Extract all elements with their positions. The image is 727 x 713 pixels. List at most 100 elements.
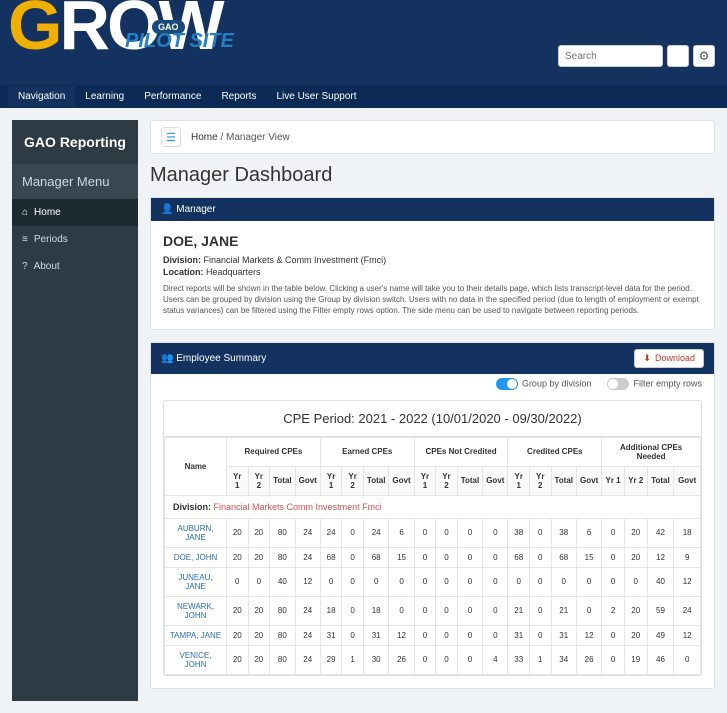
cell: 46: [647, 645, 674, 674]
col-group[interactable]: CPEs Not Credited: [414, 437, 508, 466]
col-sub[interactable]: Yr 2: [248, 466, 270, 495]
cell: 0: [602, 625, 625, 645]
employee-link[interactable]: TAMPA, JANE: [165, 625, 227, 645]
col-sub[interactable]: Yr 2: [624, 466, 647, 495]
cell: 0: [529, 625, 551, 645]
col-sub[interactable]: Total: [363, 466, 389, 495]
nav-navigation[interactable]: Navigation: [8, 86, 75, 107]
cell: 18: [320, 596, 342, 625]
employee-link[interactable]: DOE, JOHN: [165, 547, 227, 567]
sidebar-item-home[interactable]: ⌂ Home: [12, 199, 138, 226]
cell: 20: [624, 596, 647, 625]
cell: 0: [436, 547, 458, 567]
navbar: Navigation Learning Performance Reports …: [0, 85, 727, 108]
cell: 40: [270, 567, 296, 596]
cell: 19: [624, 645, 647, 674]
manager-help-text: Direct reports will be shown in the tabl…: [163, 283, 702, 317]
settings-button[interactable]: ⚙: [693, 45, 715, 67]
col-sub[interactable]: Govt: [483, 466, 508, 495]
cell: 12: [577, 625, 602, 645]
cell: 0: [457, 547, 483, 567]
employee-link[interactable]: NEWARK, JOHN: [165, 596, 227, 625]
col-sub[interactable]: Govt: [295, 466, 320, 495]
nav-live-user-support[interactable]: Live User Support: [266, 86, 366, 107]
cell: 68: [551, 547, 577, 567]
cell: 20: [248, 596, 270, 625]
cell: 49: [647, 625, 674, 645]
employee-link[interactable]: JUNEAU, JANE: [165, 567, 227, 596]
cell: 0: [457, 567, 483, 596]
col-sub[interactable]: Total: [457, 466, 483, 495]
employee-link[interactable]: AUBURN, JANE: [165, 518, 227, 547]
col-sub[interactable]: Yr 2: [436, 466, 458, 495]
cell: 80: [270, 645, 296, 674]
cell: 0: [529, 567, 551, 596]
col-group[interactable]: Credited CPEs: [508, 437, 602, 466]
sidebar-item-periods[interactable]: ≡ Periods: [12, 226, 138, 253]
download-button[interactable]: ⬇ Download: [634, 349, 704, 368]
cell: 12: [674, 625, 701, 645]
users-icon: 👥: [161, 353, 173, 364]
col-sub[interactable]: Total: [647, 466, 674, 495]
sidebar: GAO Reporting Manager Menu ⌂ Home ≡ Peri…: [12, 120, 138, 701]
nav-reports[interactable]: Reports: [211, 86, 266, 107]
download-icon: ⬇: [643, 353, 651, 364]
table-row: TAMPA, JANE20208024310311200003103112020…: [165, 625, 701, 645]
cell: 0: [529, 547, 551, 567]
cell: 0: [414, 567, 436, 596]
search-input[interactable]: [558, 45, 663, 67]
table-toggles: Group by division Filter empty rows: [151, 374, 714, 400]
col-sub[interactable]: Govt: [389, 466, 414, 495]
cell: 15: [577, 547, 602, 567]
cell: 0: [248, 567, 270, 596]
cell: 31: [508, 625, 530, 645]
nav-learning[interactable]: Learning: [75, 86, 134, 107]
col-sub[interactable]: Govt: [674, 466, 701, 495]
col-sub[interactable]: Yr 1: [602, 466, 625, 495]
cell: 0: [577, 596, 602, 625]
cell: 34: [551, 645, 577, 674]
cell: 24: [363, 518, 389, 547]
col-sub[interactable]: Total: [270, 466, 296, 495]
cell: 31: [363, 625, 389, 645]
breadcrumb-bar: ☰ Home / Manager View: [150, 120, 715, 154]
list-icon: ≡: [22, 234, 28, 245]
col-group[interactable]: Required CPEs: [227, 437, 321, 466]
cell: 0: [483, 518, 508, 547]
col-name[interactable]: Name: [165, 437, 227, 495]
cell: 26: [577, 645, 602, 674]
col-group[interactable]: Additional CPEs Needed: [602, 437, 701, 466]
cell: 0: [436, 567, 458, 596]
cell: 0: [483, 596, 508, 625]
cell: 2: [602, 596, 625, 625]
cell: 80: [270, 625, 296, 645]
cell: 80: [270, 596, 296, 625]
filter-empty-rows-toggle[interactable]: Filter empty rows: [607, 378, 702, 390]
group-by-division-toggle[interactable]: Group by division: [496, 378, 592, 390]
col-sub[interactable]: Total: [551, 466, 577, 495]
cell: 15: [389, 547, 414, 567]
col-sub[interactable]: Govt: [577, 466, 602, 495]
col-group[interactable]: Earned CPEs: [320, 437, 414, 466]
cell: 0: [483, 567, 508, 596]
cell: 20: [227, 625, 249, 645]
manager-location: Location: Headquarters: [163, 267, 702, 277]
toggle-sidebar-button[interactable]: ☰: [161, 127, 181, 147]
breadcrumb-home[interactable]: Home: [191, 132, 218, 143]
logo-subtitle: PILOT SITE: [125, 30, 234, 53]
col-sub[interactable]: Yr 1: [320, 466, 342, 495]
col-sub[interactable]: Yr 1: [414, 466, 436, 495]
cell: 42: [647, 518, 674, 547]
col-sub[interactable]: Yr 1: [227, 466, 249, 495]
cell: 12: [389, 625, 414, 645]
cell: 0: [602, 567, 625, 596]
cell: 24: [295, 596, 320, 625]
col-sub[interactable]: Yr 2: [529, 466, 551, 495]
nav-performance[interactable]: Performance: [134, 86, 211, 107]
col-sub[interactable]: Yr 1: [508, 466, 530, 495]
employee-link[interactable]: VENICE, JOHN: [165, 645, 227, 674]
col-sub[interactable]: Yr 2: [342, 466, 364, 495]
cell: 0: [436, 645, 458, 674]
notifications-button[interactable]: [667, 45, 689, 67]
sidebar-item-about[interactable]: ? About: [12, 253, 138, 280]
